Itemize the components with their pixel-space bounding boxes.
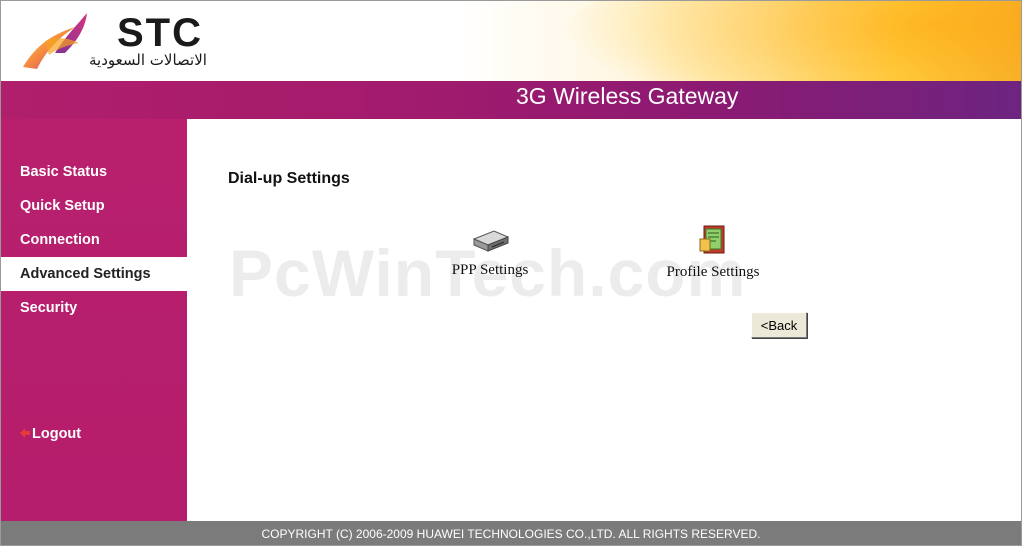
router-admin-page: STC الاتصالات السعودية 3G Wireless Gatew…	[0, 0, 1022, 546]
stc-bird-icon	[23, 13, 87, 69]
logo-text: STC	[117, 11, 203, 55]
hard-drive-icon	[470, 230, 510, 259]
header: STC الاتصالات السعودية	[1, 1, 1021, 81]
sidebar-item-connection[interactable]: Connection	[1, 223, 187, 257]
profile-settings-label: Profile Settings	[666, 264, 760, 280]
main-content: Dial-up Settings PcWinTech.com PPP Setti…	[187, 119, 1021, 521]
header-swoosh	[561, 1, 1021, 81]
sidebar-item-quick-setup[interactable]: Quick Setup	[1, 189, 187, 223]
footer-copyright: COPYRIGHT (C) 2006-2009 HUAWEI TECHNOLOG…	[1, 521, 1021, 545]
sidebar-item-basic-status[interactable]: Basic Status	[1, 155, 187, 189]
sidebar-item-advanced-settings[interactable]: Advanced Settings	[1, 257, 187, 291]
sidebar-item-security[interactable]: Security	[1, 291, 187, 325]
logout-label: Logout	[32, 426, 82, 442]
ppp-settings-label: PPP Settings	[451, 262, 529, 278]
title-bar: 3G Wireless Gateway	[1, 81, 1021, 119]
logo-arabic-text: الاتصالات السعودية	[89, 51, 207, 69]
logout-icon	[18, 425, 32, 439]
sidebar: Basic Status Quick Setup Connection Adva…	[1, 119, 187, 521]
back-button[interactable]: <Back	[751, 312, 807, 338]
product-title: 3G Wireless Gateway	[516, 83, 739, 109]
page-title: Dial-up Settings	[228, 170, 350, 187]
profile-settings-link[interactable]: Profile Settings	[657, 223, 769, 281]
ppp-settings-link[interactable]: PPP Settings	[435, 227, 545, 279]
profile-book-icon	[696, 225, 730, 261]
logout-link[interactable]: Logout	[18, 425, 81, 442]
